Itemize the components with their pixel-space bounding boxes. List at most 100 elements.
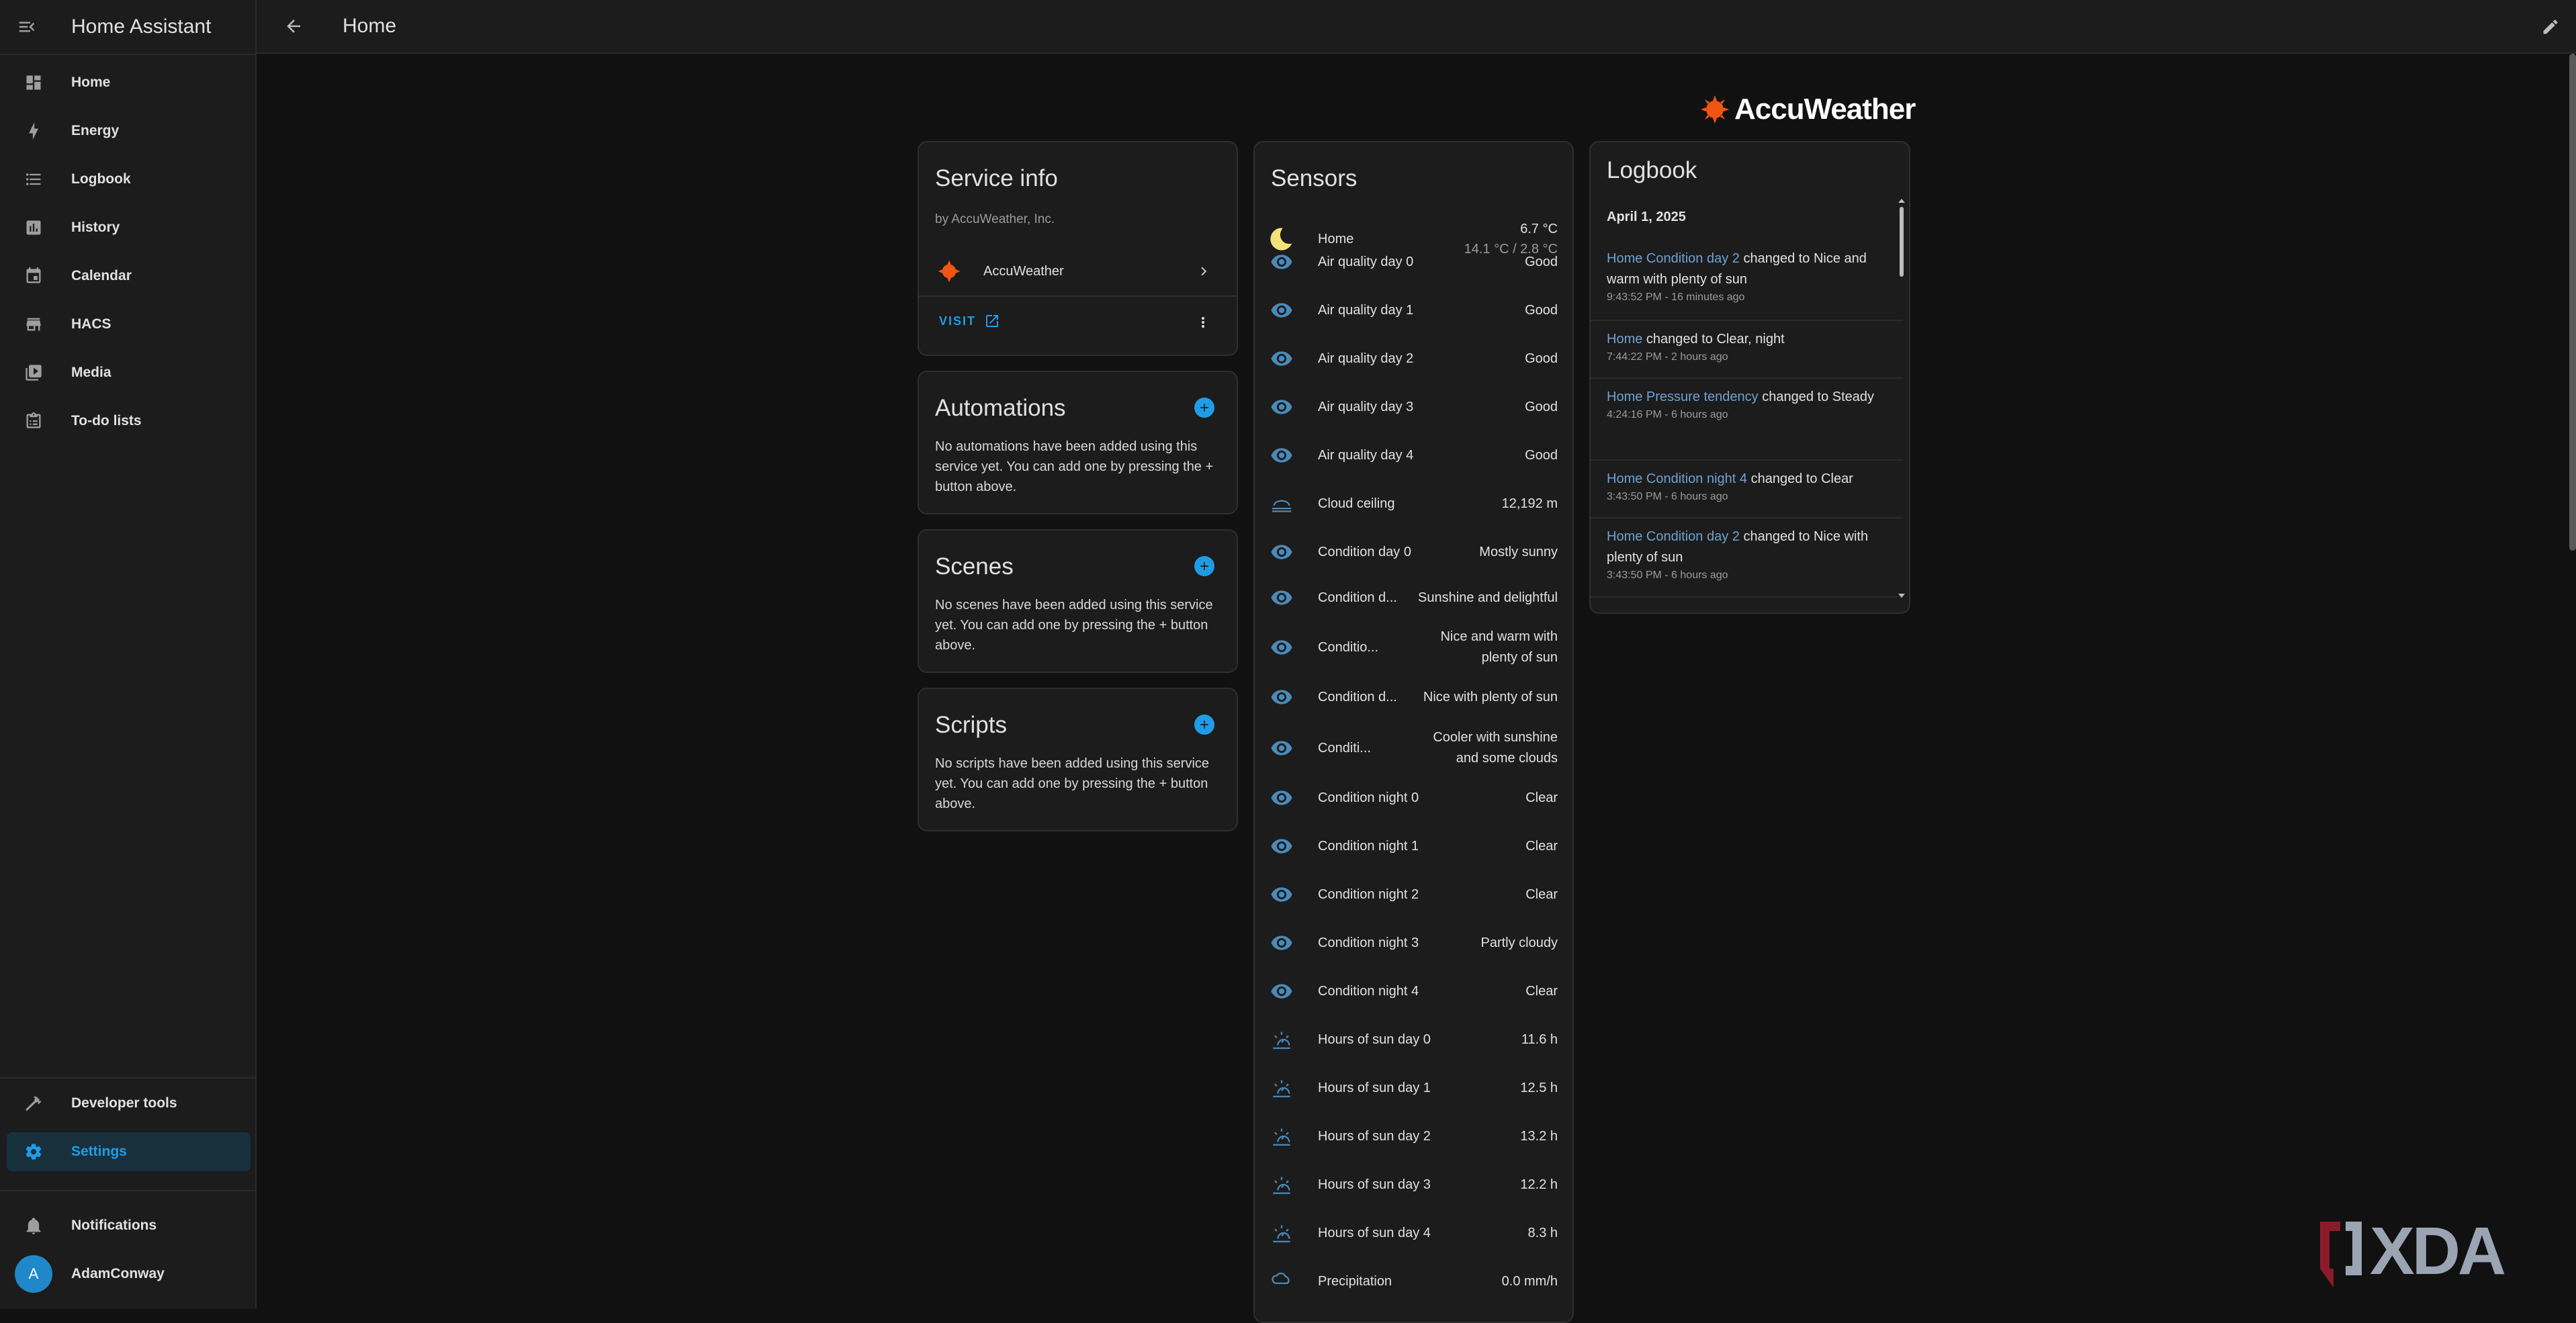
sensor-name: Condition day 0	[1318, 544, 1411, 559]
logbook-entity-link[interactable]: Home Condition day 2	[1607, 529, 1740, 544]
logbook-entity-link[interactable]: Home Pressure tendency	[1607, 390, 1759, 404]
sensor-name: Hours of sun day 4	[1318, 1225, 1431, 1240]
sensors-card: Sensors Home 6.7 °C 14.1 °C / 2.8 °C Air…	[1253, 141, 1574, 1323]
integration-row[interactable]: AccuWeather	[919, 247, 1237, 295]
logbook-entity-link[interactable]: Home Condition day 2	[1607, 251, 1740, 266]
logbook-change-text: changed to Clear	[1747, 471, 1853, 486]
sensor-name: Hours of sun day 3	[1318, 1177, 1431, 1192]
sensor-value: Good	[1525, 351, 1558, 366]
sidebar-item-home[interactable]: Home	[7, 63, 251, 102]
sensor-row[interactable]: Conditi... Cooler with sunshine and some …	[1255, 724, 1572, 772]
integration-name: AccuWeather	[983, 263, 1064, 279]
sidebar-item-notifications[interactable]: Notifications	[7, 1206, 251, 1245]
logbook-change-text: changed to Clear, night	[1642, 332, 1785, 347]
sensor-row[interactable]: Air quality day 4 Good	[1255, 431, 1572, 480]
logbook-scrollbar[interactable]	[1900, 207, 1904, 277]
sensor-row[interactable]: Hours of sun day 0 11.6 h	[1255, 1015, 1572, 1064]
sensor-name: Air quality day 3	[1318, 399, 1414, 414]
sensor-row[interactable]: Cloud ceiling 12,192 m	[1255, 480, 1572, 528]
sensor-row[interactable]: Air quality day 1 Good	[1255, 286, 1572, 334]
sensor-row[interactable]: Air quality day 0 Good	[1255, 238, 1572, 286]
sensor-row[interactable]: Condition night 2 Clear	[1255, 870, 1572, 919]
add-automation-button[interactable]	[1194, 398, 1214, 418]
logbook-entity-link[interactable]: Home Condition night 4	[1607, 471, 1747, 486]
sensor-name: Condition night 4	[1318, 983, 1419, 999]
sensor-row[interactable]: Hours of sun day 2 13.2 h	[1255, 1112, 1572, 1160]
avatar-wrapper: A	[13, 1254, 54, 1293]
sidebar-item-developer-tools[interactable]: Developer tools	[7, 1084, 251, 1123]
logbook-entry[interactable]: Home Pressure tendency changed to Steady…	[1591, 379, 1903, 461]
sidebar-item-user[interactable]: A AdamConway	[7, 1254, 251, 1293]
sensor-row[interactable]: Hours of sun day 4 8.3 h	[1255, 1209, 1572, 1257]
sensor-value: 13.2 h	[1520, 1128, 1558, 1144]
sensor-row[interactable]: Conditio... Nice and warm with plenty of …	[1255, 623, 1572, 672]
visit-button[interactable]: VISIT	[930, 305, 1010, 337]
add-scene-button[interactable]	[1194, 556, 1214, 576]
sidebar-item-calendar[interactable]: Calendar	[7, 257, 251, 295]
add-script-button[interactable]	[1194, 715, 1214, 735]
sensor-row[interactable]: Hours of sun day 1 12.5 h	[1255, 1064, 1572, 1112]
logbook-entry[interactable]: Home Condition day 2 changed to Nice and…	[1591, 240, 1903, 321]
xda-logo-icon	[2320, 1221, 2362, 1287]
menu-toggle-button[interactable]	[0, 0, 54, 54]
top-bar: Home	[257, 0, 2576, 54]
sidebar-item-energy[interactable]: Energy	[7, 111, 251, 150]
logbook-entry[interactable]: Home Condition night 4 changed to Clear 3…	[1591, 461, 1903, 518]
cloud-ceiling-icon	[1268, 490, 1295, 517]
sidebar-item-history[interactable]: History	[7, 208, 251, 247]
sidebar-item-label: Media	[71, 365, 112, 380]
eye-icon	[1268, 684, 1295, 711]
xda-watermark: XDA	[2316, 1213, 2506, 1290]
sensor-row[interactable]: Condition day 0 Mostly sunny	[1255, 528, 1572, 576]
edit-button[interactable]	[2534, 11, 2567, 43]
sensor-row[interactable]: Condition night 0 Clear	[1255, 774, 1572, 822]
scenes-title: Scenes	[935, 553, 1014, 580]
scripts-empty-text: No scripts have been added using this se…	[935, 756, 1210, 811]
sensor-row[interactable]: Precipitation 0.0 mm/h	[1255, 1257, 1572, 1306]
sensor-value: 12,192 m	[1501, 496, 1558, 511]
sidebar-item-hacs[interactable]: HACS	[7, 305, 251, 344]
card-divider	[919, 295, 1237, 297]
sidebar-item-media[interactable]: Media	[7, 353, 251, 392]
sensor-name: Condition night 1	[1318, 838, 1419, 854]
sidebar-item-logbook[interactable]: Logbook	[7, 160, 251, 199]
visit-label: VISIT	[939, 314, 977, 328]
eye-icon	[1268, 394, 1295, 420]
overflow-menu-button[interactable]	[1195, 314, 1211, 330]
logbook-entry[interactable]: Home Condition day 2 changed to Nice wit…	[1591, 518, 1903, 598]
sidebar-item-todo[interactable]: To-do lists	[7, 402, 251, 441]
sun-clock-icon	[1268, 1220, 1295, 1246]
logbook-entity-link[interactable]: Home	[1607, 332, 1642, 347]
sensor-row[interactable]: Condition d... Sunshine and delightful	[1255, 574, 1572, 622]
scenes-empty-text: No scenes have been added using this ser…	[935, 598, 1213, 653]
sensor-value: Clear	[1525, 983, 1558, 999]
menu-open-icon	[19, 21, 35, 32]
scripts-title: Scripts	[935, 712, 1007, 738]
logbook-date: April 1, 2025	[1607, 210, 1686, 224]
sensor-row[interactable]: Condition night 4 Clear	[1255, 967, 1572, 1015]
sensor-name: Conditio...	[1318, 639, 1379, 655]
sun-clock-icon	[1268, 1075, 1295, 1101]
sensor-value: 0.0 mm/h	[1501, 1273, 1558, 1289]
scroll-down-arrow-icon[interactable]	[1898, 594, 1905, 598]
eye-icon	[1268, 248, 1295, 275]
sensor-name: Air quality day 1	[1318, 302, 1414, 318]
sensor-row[interactable]: Hours of sun day 3 12.2 h	[1255, 1160, 1572, 1209]
sensor-row[interactable]: Air quality day 3 Good	[1255, 383, 1572, 431]
plus-icon	[1200, 721, 1208, 729]
automations-empty-text: No automations have been added using thi…	[935, 439, 1214, 494]
logbook-entry[interactable]: Home changed to Clear, night 7:44:22 PM -…	[1591, 321, 1903, 379]
back-button[interactable]	[263, 0, 324, 53]
sensor-row[interactable]: Condition night 3 Partly cloudy	[1255, 919, 1572, 967]
automations-title: Automations	[935, 395, 1066, 421]
page-scrollbar[interactable]	[2569, 54, 2576, 551]
sensor-row[interactable]: Condition night 1 Clear	[1255, 822, 1572, 870]
sensor-row[interactable]: Condition d... Nice with plenty of sun	[1255, 673, 1572, 721]
hammer-icon	[13, 1084, 54, 1123]
sidebar-item-settings[interactable]: Settings	[7, 1132, 251, 1171]
scroll-up-arrow-icon[interactable]	[1898, 199, 1905, 203]
sensor-name: Condition night 2	[1318, 886, 1419, 902]
clipboard-list-icon	[13, 402, 54, 441]
sensor-row[interactable]: Air quality day 2 Good	[1255, 334, 1572, 383]
pencil-icon	[2543, 19, 2558, 34]
